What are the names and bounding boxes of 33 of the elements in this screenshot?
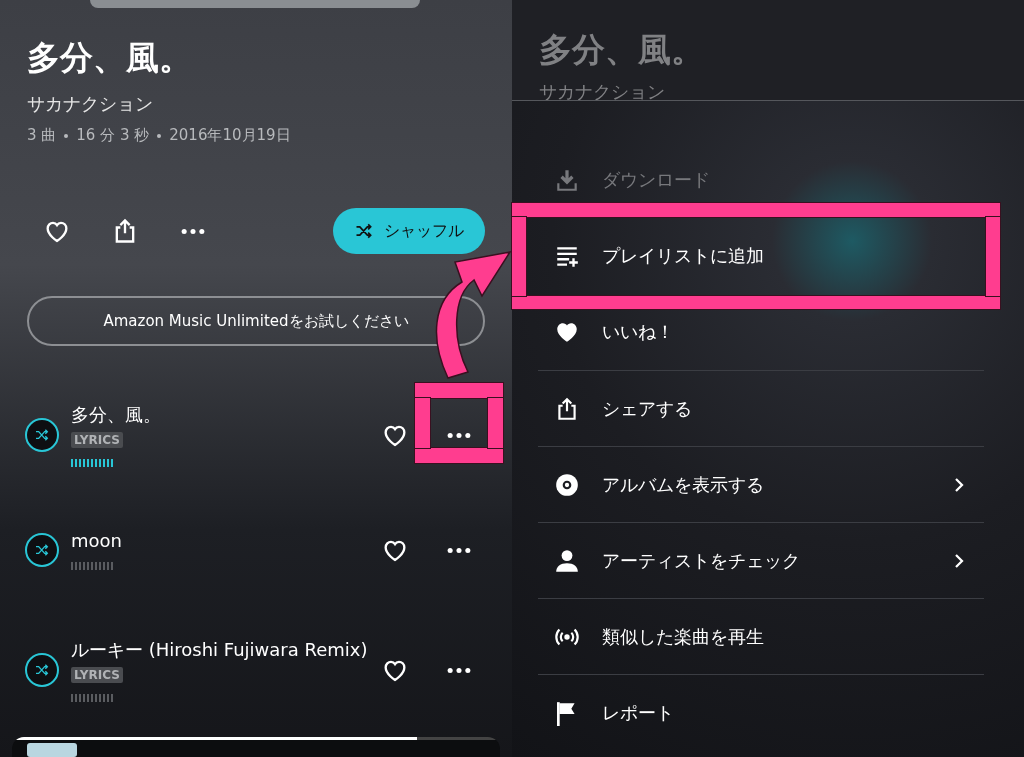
download-icon: [554, 167, 580, 193]
shuffle-icon: [25, 533, 59, 567]
menu-item[interactable]: いいね！: [538, 294, 984, 370]
artist-name: サカナクション: [27, 92, 154, 116]
track-title[interactable]: moon: [71, 530, 378, 551]
shuffle-button[interactable]: シャッフル: [333, 208, 485, 254]
more-icon: [181, 227, 205, 235]
menu-item[interactable]: アーティストをチェック: [538, 522, 984, 598]
shuffle-icon: [25, 653, 59, 687]
menu-item[interactable]: シェアする: [538, 370, 984, 446]
album-meta: 16 分 3 秒: [76, 126, 150, 145]
menu-item[interactable]: プレイリストに追加: [538, 218, 984, 294]
shuffle-icon: [354, 221, 374, 241]
album-title: 多分、風。: [27, 37, 193, 79]
menu-item[interactable]: アルバムを表示する: [538, 446, 984, 522]
shuffle-icon: [25, 418, 59, 452]
more-icon: [447, 546, 471, 554]
menu-item[interactable]: レポート: [538, 674, 984, 750]
disc-icon: [554, 471, 580, 498]
menu-item[interactable]: 類似した楽曲を再生: [538, 598, 984, 674]
lyrics-badge: LYRICS: [71, 432, 123, 448]
track-title[interactable]: ルーキー (Hiroshi Fujiwara Remix): [71, 638, 378, 662]
person-icon: [554, 547, 580, 574]
lyrics-badge: LYRICS: [71, 667, 123, 683]
mini-player[interactable]: [12, 737, 500, 757]
track-title[interactable]: 多分、風。: [71, 403, 378, 427]
album-meta: 2016年10月19日: [169, 126, 291, 145]
album-title: 多分、風。: [539, 29, 705, 71]
more-icon: [447, 666, 471, 674]
photo-placeholder: [27, 743, 77, 757]
album-meta: 3 曲: [27, 126, 57, 145]
more-icon: [447, 431, 471, 439]
artist-name: サカナクション: [539, 80, 666, 100]
